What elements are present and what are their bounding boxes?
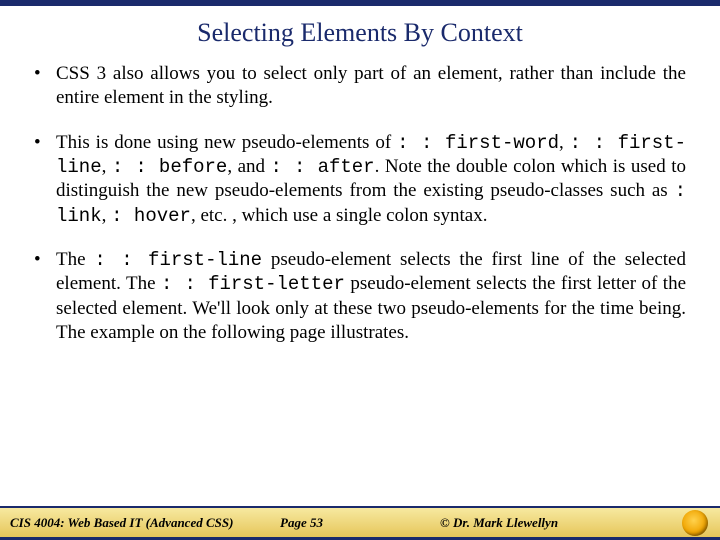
bullet-item: • This is done using new pseudo-elements… — [34, 131, 686, 228]
bullet-text: This is done using new pseudo-elements o… — [56, 131, 686, 228]
bullet-dot: • — [34, 131, 56, 228]
footer-page: Page 53 — [280, 515, 440, 531]
bullet-dot: • — [34, 248, 56, 345]
slide-title: Selecting Elements By Context — [0, 6, 720, 62]
slide: Selecting Elements By Context • CSS 3 al… — [0, 0, 720, 540]
bullet-text: CSS 3 also allows you to select only par… — [56, 62, 686, 111]
slide-content: • CSS 3 also allows you to select only p… — [0, 62, 720, 345]
bullet-item: • CSS 3 also allows you to select only p… — [34, 62, 686, 111]
bullet-item: • The : : first-line pseudo-element sele… — [34, 248, 686, 345]
bullet-text: The : : first-line pseudo-element select… — [56, 248, 686, 345]
slide-footer: CIS 4004: Web Based IT (Advanced CSS) Pa… — [0, 506, 720, 540]
footer-author: © Dr. Mark Llewellyn — [440, 515, 710, 531]
university-logo-icon — [682, 510, 708, 536]
bullet-dot: • — [34, 62, 56, 111]
footer-course: CIS 4004: Web Based IT (Advanced CSS) — [10, 515, 280, 531]
